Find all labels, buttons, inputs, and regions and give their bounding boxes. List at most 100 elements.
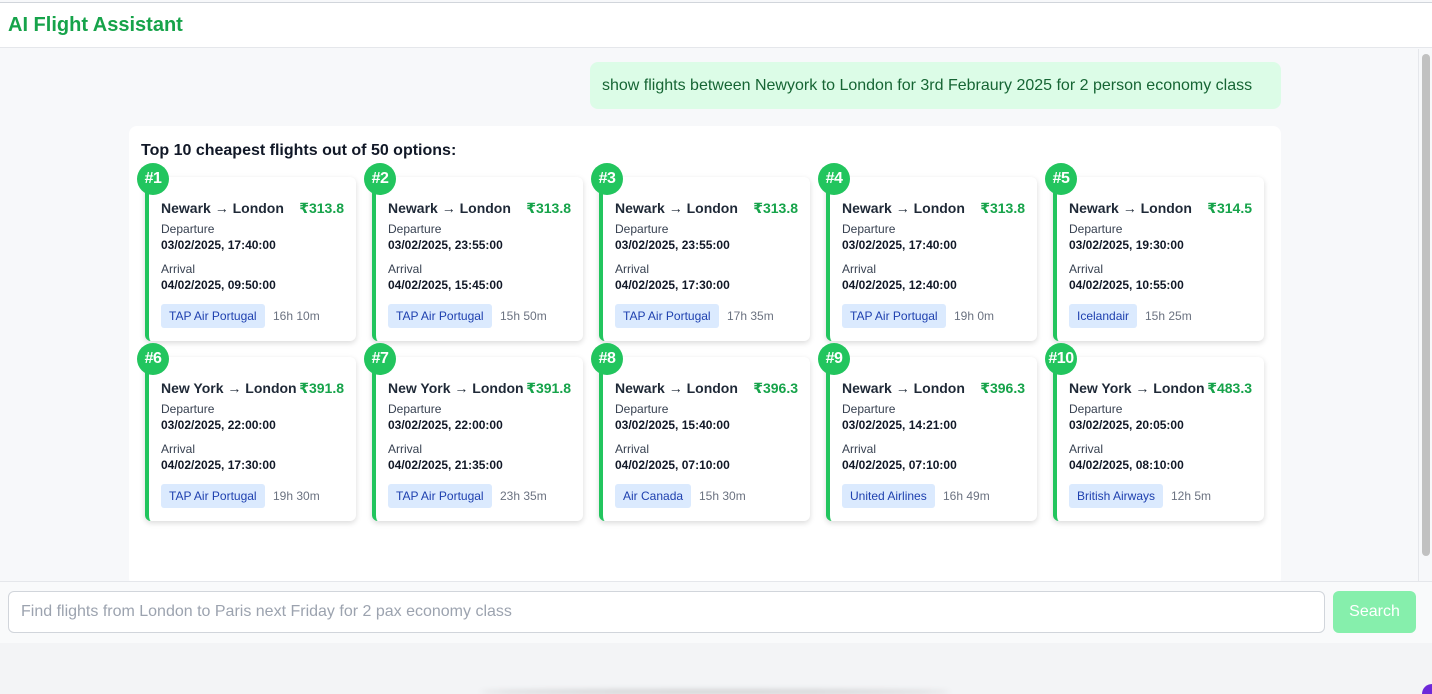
arrival-label: Arrival <box>842 442 877 456</box>
flight-price: ₹313.8 <box>980 200 1025 216</box>
flight-route: Newark → London <box>615 380 738 396</box>
departure-label: Departure <box>615 222 669 236</box>
arrival-label: Arrival <box>388 262 423 276</box>
flight-price: ₹396.3 <box>753 380 798 396</box>
flight-route: Newark → London <box>842 380 965 396</box>
flight-route: Newark → London <box>615 200 738 216</box>
rank-badge: #6 <box>137 343 169 375</box>
airline-tag: TAP Air Portugal <box>842 304 946 328</box>
departure-time: 03/02/2025, 23:55:00 <box>615 238 730 252</box>
flight-duration: 17h 35m <box>727 309 774 323</box>
airline-tag: TAP Air Portugal <box>161 484 265 508</box>
departure-label: Departure <box>842 222 896 236</box>
departure-label: Departure <box>161 222 215 236</box>
rank-badge: #7 <box>364 343 396 375</box>
flight-card[interactable]: #4 Newark → London ₹313.8 Departure 03/0… <box>818 163 1037 341</box>
arrival-time: 04/02/2025, 09:50:00 <box>161 278 276 292</box>
airline-tag: TAP Air Portugal <box>615 304 719 328</box>
bottom-shadow <box>480 690 950 694</box>
departure-label: Departure <box>1069 402 1123 416</box>
departure-time: 03/02/2025, 20:05:00 <box>1069 418 1184 432</box>
user-message: show flights between Newyork to London f… <box>590 62 1281 109</box>
flight-card[interactable]: #6 New York → London ₹391.8 Departure 03… <box>137 343 356 521</box>
chat-area[interactable]: show flights between Newyork to London f… <box>0 49 1418 581</box>
arrival-label: Arrival <box>161 442 196 456</box>
flight-card[interactable]: #8 Newark → London ₹396.3 Departure 03/0… <box>591 343 810 521</box>
flight-route: New York → London <box>388 380 524 396</box>
rank-badge: #2 <box>364 163 396 195</box>
arrival-time: 04/02/2025, 21:35:00 <box>388 458 503 472</box>
flight-price: ₹314.5 <box>1207 200 1252 216</box>
arrival-label: Arrival <box>388 442 423 456</box>
airline-tag: Icelandair <box>1069 304 1138 328</box>
search-input[interactable] <box>8 591 1325 633</box>
flight-card[interactable]: #10 New York → London ₹483.3 Departure 0… <box>1045 343 1264 521</box>
rank-badge: #5 <box>1045 163 1077 195</box>
rank-badge: #8 <box>591 343 623 375</box>
flight-price: ₹391.8 <box>299 380 344 396</box>
flight-duration: 12h 5m <box>1171 489 1212 503</box>
flight-route: Newark → London <box>388 200 511 216</box>
departure-time: 03/02/2025, 23:55:00 <box>388 238 503 252</box>
departure-label: Departure <box>388 222 442 236</box>
flight-card[interactable]: #9 Newark → London ₹396.3 Departure 03/0… <box>818 343 1037 521</box>
flight-card[interactable]: #7 New York → London ₹391.8 Departure 03… <box>364 343 583 521</box>
departure-time: 03/02/2025, 22:00:00 <box>388 418 503 432</box>
flight-duration: 19h 30m <box>273 489 320 503</box>
arrival-label: Arrival <box>842 262 877 276</box>
rank-badge: #10 <box>1045 343 1077 375</box>
arrival-time: 04/02/2025, 17:30:00 <box>615 278 730 292</box>
flight-route: New York → London <box>1069 380 1205 396</box>
departure-label: Departure <box>388 402 442 416</box>
rank-badge: #1 <box>137 163 169 195</box>
scrollbar-thumb[interactable] <box>1422 54 1430 556</box>
rank-badge: #4 <box>818 163 850 195</box>
departure-time: 03/02/2025, 15:40:00 <box>615 418 730 432</box>
flight-duration: 16h 10m <box>273 309 320 323</box>
arrival-time: 04/02/2025, 10:55:00 <box>1069 278 1184 292</box>
airline-tag: TAP Air Portugal <box>388 484 492 508</box>
flight-duration: 16h 49m <box>943 489 990 503</box>
flight-price: ₹313.8 <box>299 200 344 216</box>
results-heading: Top 10 cheapest flights out of 50 option… <box>141 142 457 159</box>
departure-label: Departure <box>842 402 896 416</box>
arrival-time: 04/02/2025, 15:45:00 <box>388 278 503 292</box>
search-button[interactable]: Search <box>1333 591 1416 633</box>
bottom-area <box>0 643 1432 694</box>
flight-price: ₹313.8 <box>753 200 798 216</box>
departure-label: Departure <box>1069 222 1123 236</box>
flight-price: ₹483.3 <box>1207 380 1252 396</box>
airline-tag: British Airways <box>1069 484 1164 508</box>
flight-card[interactable]: #2 Newark → London ₹313.8 Departure 03/0… <box>364 163 583 341</box>
flight-route: New York → London <box>161 380 297 396</box>
arrival-label: Arrival <box>1069 442 1104 456</box>
arrival-time: 04/02/2025, 12:40:00 <box>842 278 957 292</box>
arrival-label: Arrival <box>1069 262 1104 276</box>
flight-card[interactable]: #1 Newark → London ₹313.8 Departure 03/0… <box>137 163 356 341</box>
flight-duration: 15h 25m <box>1145 309 1192 323</box>
flight-duration: 19h 0m <box>954 309 995 323</box>
airline-tag: Air Canada <box>615 484 692 508</box>
departure-time: 03/02/2025, 17:40:00 <box>842 238 957 252</box>
rank-badge: #9 <box>818 343 850 375</box>
airline-tag: United Airlines <box>842 484 935 508</box>
app-title: AI Flight Assistant <box>8 14 183 36</box>
arrival-time: 04/02/2025, 17:30:00 <box>161 458 276 472</box>
arrival-label: Arrival <box>615 262 650 276</box>
arrival-time: 04/02/2025, 07:10:00 <box>842 458 957 472</box>
departure-time: 03/02/2025, 22:00:00 <box>161 418 276 432</box>
arrival-time: 04/02/2025, 07:10:00 <box>615 458 730 472</box>
airline-tag: TAP Air Portugal <box>161 304 265 328</box>
departure-time: 03/02/2025, 19:30:00 <box>1069 238 1184 252</box>
flight-card[interactable]: #5 Newark → London ₹314.5 Departure 03/0… <box>1045 163 1264 341</box>
assistant-message: Top 10 cheapest flights out of 50 option… <box>129 126 1281 581</box>
chat-scrollbar[interactable] <box>1418 49 1432 581</box>
flight-price: ₹391.8 <box>526 380 571 396</box>
flight-route: Newark → London <box>842 200 965 216</box>
arrival-label: Arrival <box>615 442 650 456</box>
airline-tag: TAP Air Portugal <box>388 304 492 328</box>
flight-price: ₹313.8 <box>526 200 571 216</box>
flight-price: ₹396.3 <box>980 380 1025 396</box>
flight-card[interactable]: #3 Newark → London ₹313.8 Departure 03/0… <box>591 163 810 341</box>
flight-route: Newark → London <box>1069 200 1192 216</box>
